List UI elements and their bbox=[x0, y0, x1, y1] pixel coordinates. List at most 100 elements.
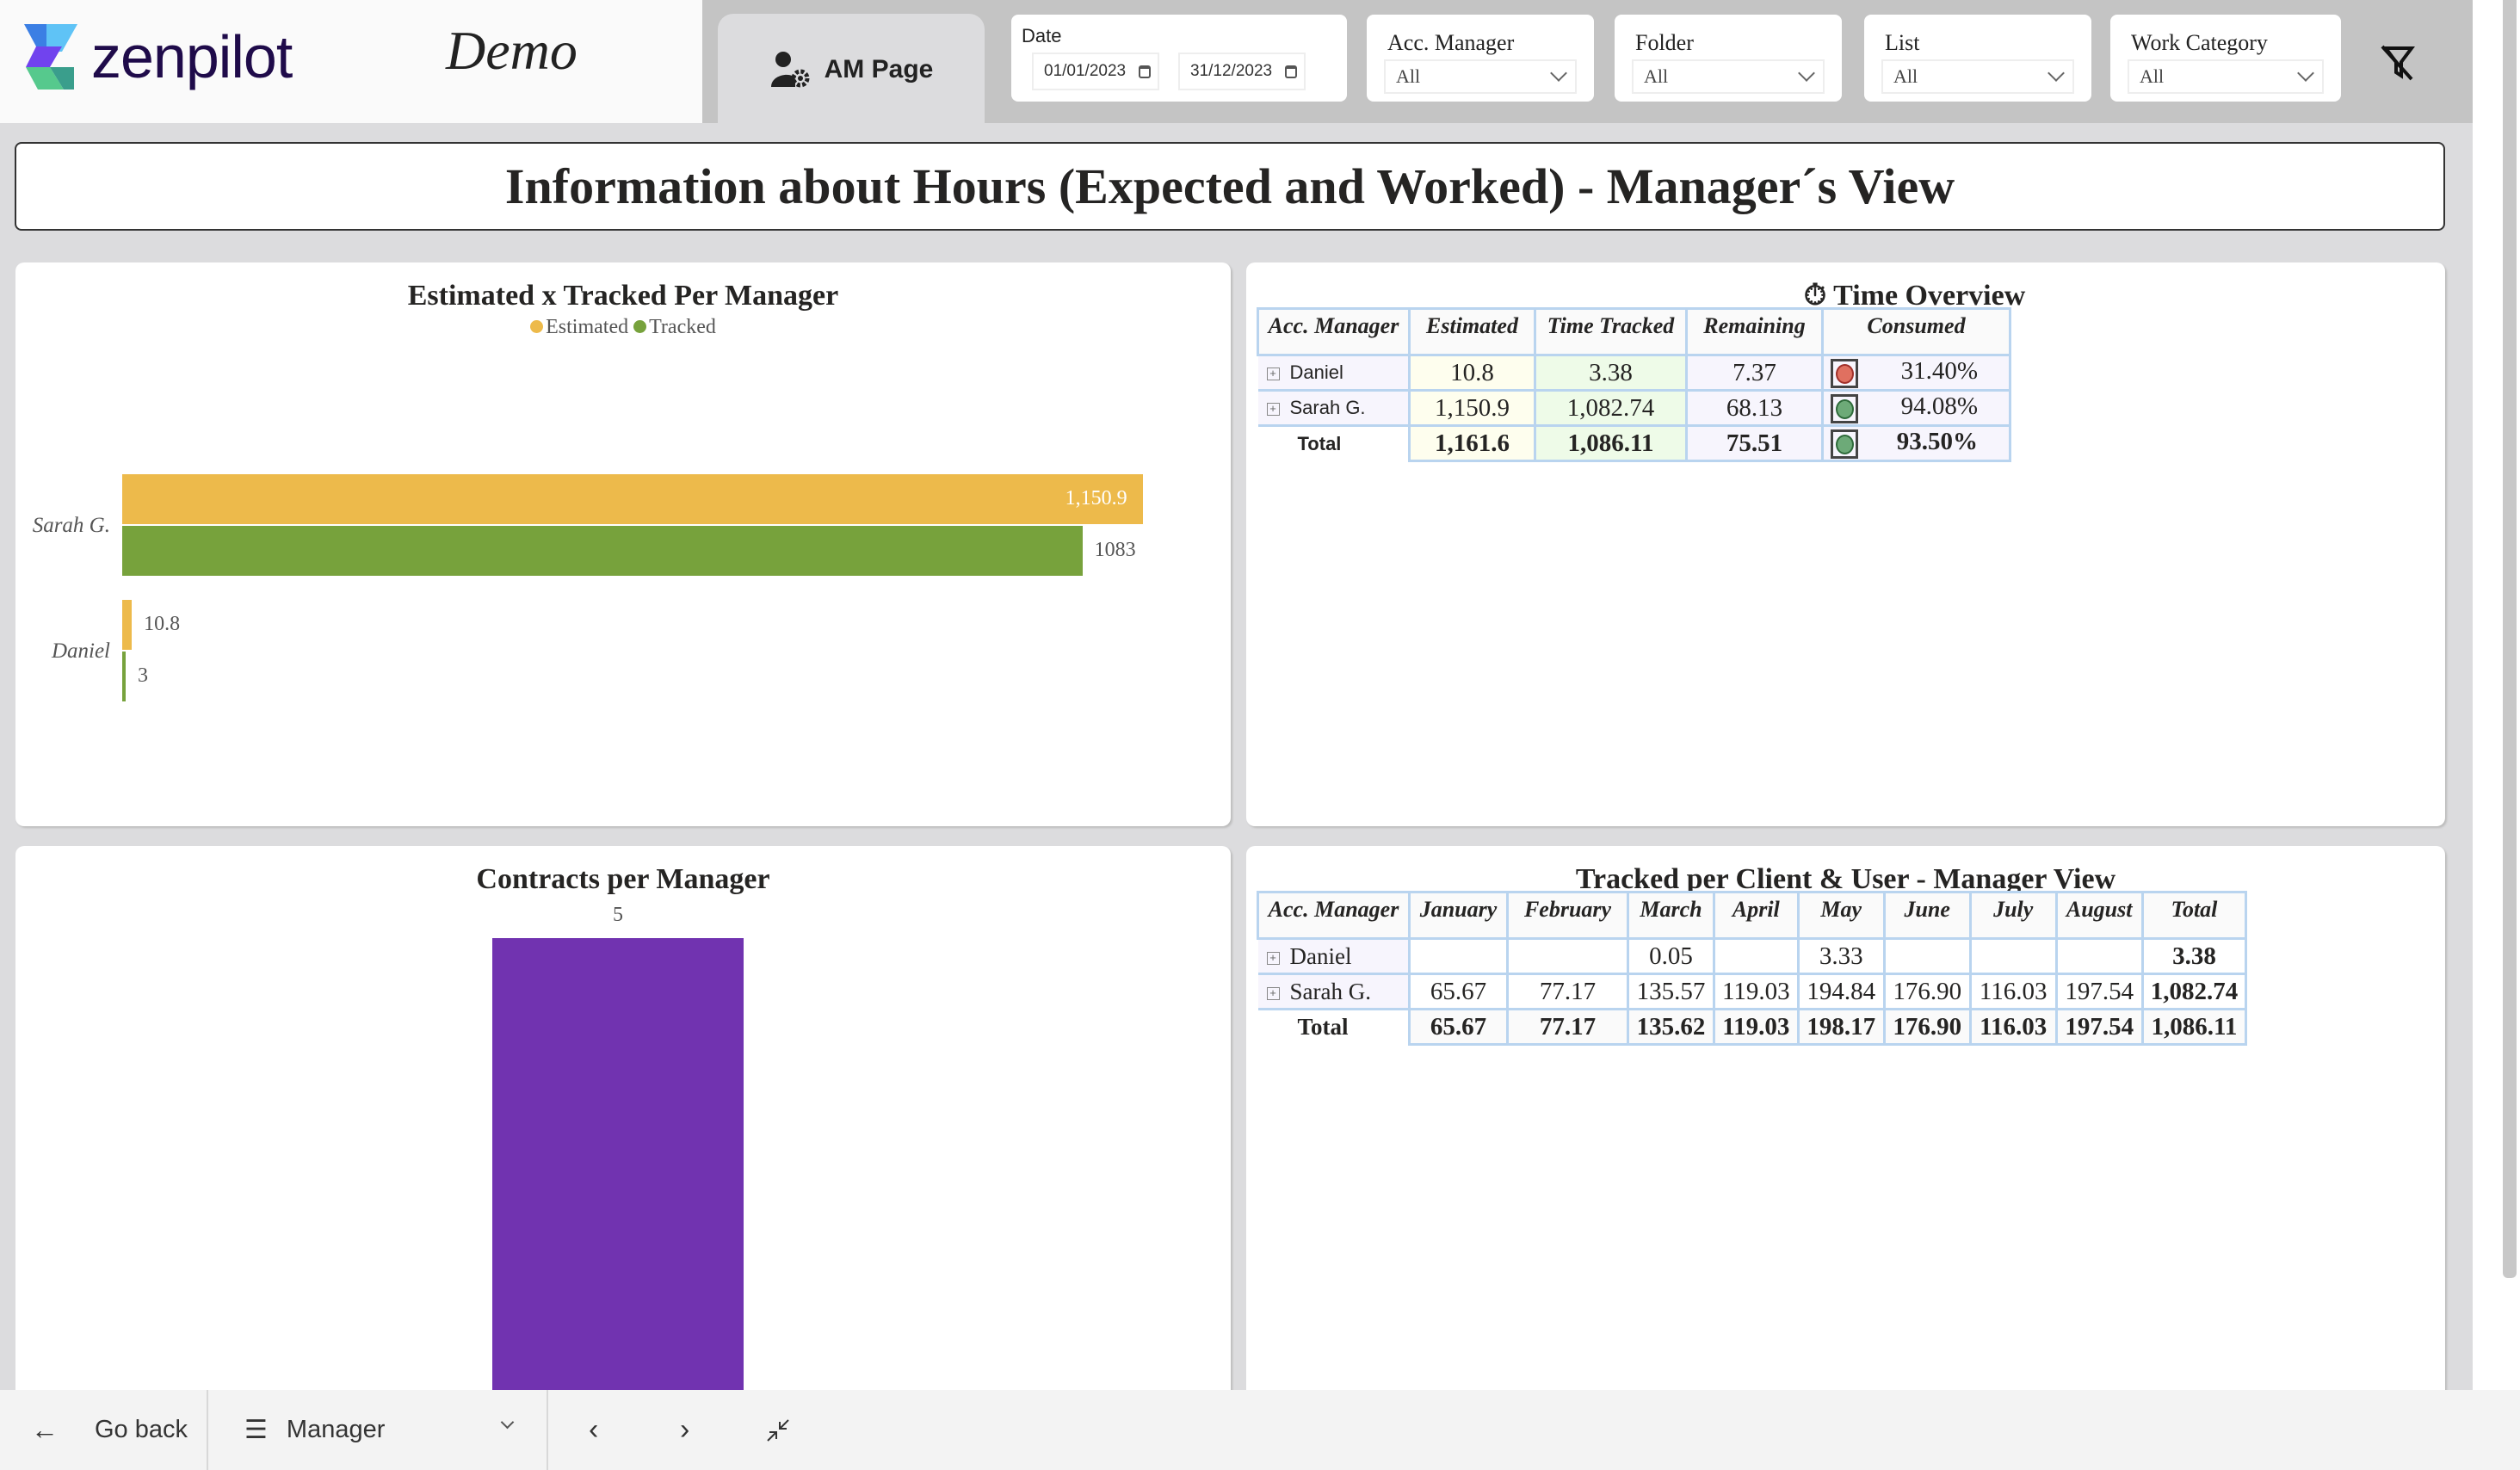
calendar-icon[interactable] bbox=[1139, 65, 1151, 78]
column-header[interactable]: February bbox=[1506, 891, 1629, 940]
remaining-cell: 75.51 bbox=[1685, 425, 1824, 462]
work-category-dropdown[interactable]: All bbox=[2128, 59, 2324, 94]
data-label: 3 bbox=[138, 664, 148, 687]
consumed-cell: 93.50% bbox=[1821, 425, 2011, 462]
estimated-cell: 10.8 bbox=[1408, 355, 1536, 392]
work-category-label: Work Category bbox=[2131, 30, 2268, 55]
row-label: Total bbox=[1297, 432, 1342, 454]
start-date-value: 01/01/2023 bbox=[1044, 62, 1127, 80]
column-header[interactable]: Total bbox=[2140, 891, 2248, 940]
acc-manager-dropdown[interactable]: All bbox=[1384, 59, 1577, 94]
table-row: + Daniel 0.05 3.33 3.38 bbox=[1257, 938, 2248, 975]
chevron-down-icon bbox=[2297, 65, 2314, 82]
vertical-scrollbar[interactable] bbox=[2503, 0, 2517, 1278]
month-cell: 135.62 bbox=[1627, 1009, 1715, 1046]
status-indicator-icon bbox=[1831, 394, 1858, 423]
legend-label: Tracked bbox=[649, 316, 716, 338]
calendar-icon[interactable] bbox=[1285, 65, 1297, 78]
legend-dot-estimated bbox=[530, 320, 544, 334]
month-cell bbox=[1713, 938, 1800, 975]
chevron-left-icon: ‹ bbox=[589, 1413, 599, 1446]
expand-icon[interactable]: + bbox=[1266, 986, 1280, 1000]
clear-filters-button[interactable] bbox=[2377, 41, 2418, 83]
month-cell: 176.90 bbox=[1882, 973, 1972, 1010]
tracked-per-client-table: Acc. Manager January February March April May… bbox=[1257, 891, 2248, 1046]
column-header[interactable]: Consumed bbox=[1821, 307, 2011, 356]
status-indicator-icon bbox=[1831, 359, 1858, 388]
user-gear-icon bbox=[770, 52, 810, 88]
expand-icon[interactable]: + bbox=[1266, 367, 1280, 380]
row-label: Sarah G. bbox=[1289, 978, 1371, 1004]
consumed-cell: 94.08% bbox=[1821, 390, 2011, 427]
estimated-cell: 1,161.6 bbox=[1408, 425, 1536, 462]
bar-tracked-sarahg[interactable] bbox=[122, 526, 1083, 576]
expand-icon[interactable]: + bbox=[1266, 951, 1280, 965]
month-cell bbox=[1408, 938, 1509, 975]
collapse-icon bbox=[767, 1418, 789, 1442]
column-header[interactable]: January bbox=[1408, 891, 1509, 940]
column-header[interactable]: April bbox=[1713, 891, 1800, 940]
column-header[interactable]: May bbox=[1796, 891, 1886, 940]
chart-legend: Estimated Tracked bbox=[15, 316, 1231, 339]
remaining-cell: 7.37 bbox=[1685, 355, 1824, 392]
previous-page-button[interactable]: ‹ bbox=[589, 1390, 598, 1470]
list-dropdown[interactable]: All bbox=[1881, 59, 2074, 94]
column-header[interactable]: August bbox=[2054, 891, 2144, 940]
row-header: + Daniel bbox=[1257, 355, 1410, 392]
end-date-input[interactable]: 31/12/2023 bbox=[1178, 52, 1306, 90]
row-header: + Sarah G. bbox=[1257, 973, 1410, 1010]
bar-estimated-daniel[interactable] bbox=[122, 600, 133, 650]
row-label: Total bbox=[1297, 1014, 1349, 1041]
legend-item-estimated[interactable]: Estimated bbox=[530, 316, 628, 338]
folder-filter: Folder All bbox=[1615, 15, 1842, 102]
estimated-vs-tracked-chart: Estimated x Tracked Per Manager Estimate… bbox=[15, 262, 1231, 826]
column-header[interactable]: Acc. Manager bbox=[1257, 307, 1411, 356]
column-header[interactable]: Remaining bbox=[1685, 307, 1824, 356]
status-indicator-icon bbox=[1831, 429, 1858, 459]
month-cell: 65.67 bbox=[1408, 973, 1509, 1010]
row-header: + Sarah G. bbox=[1257, 390, 1410, 427]
work-category-value: All bbox=[2140, 65, 2165, 87]
category-label: Sarah G. bbox=[32, 514, 110, 537]
tracked-cell: 1,082.74 bbox=[1534, 390, 1688, 427]
date-filter: Date 01/01/2023 31/12/2023 bbox=[1011, 15, 1347, 102]
start-date-input[interactable]: 01/01/2023 bbox=[1032, 52, 1159, 90]
chart-title: Estimated x Tracked Per Manager bbox=[407, 280, 839, 312]
month-cell: 119.03 bbox=[1713, 1009, 1800, 1046]
bar-contracts[interactable] bbox=[492, 938, 744, 1405]
zenpilot-logo-icon bbox=[24, 24, 77, 90]
column-header[interactable]: July bbox=[1968, 891, 2058, 940]
brand-name: zenpilot bbox=[91, 23, 293, 90]
month-cell: 198.17 bbox=[1796, 1009, 1886, 1046]
month-cell bbox=[1882, 938, 1972, 975]
column-header[interactable]: Acc. Manager bbox=[1257, 891, 1411, 940]
folder-label: Folder bbox=[1635, 30, 1694, 55]
page-selector-dropdown[interactable]: ☰ Manager bbox=[244, 1390, 520, 1470]
folder-value: All bbox=[1644, 65, 1669, 87]
bar-estimated-sarahg[interactable] bbox=[122, 474, 1143, 524]
column-header[interactable]: June bbox=[1882, 891, 1972, 940]
collapse-button[interactable] bbox=[766, 1390, 790, 1470]
divider bbox=[547, 1390, 548, 1470]
remaining-cell: 68.13 bbox=[1685, 390, 1824, 427]
row-label: Daniel bbox=[1289, 361, 1343, 383]
table-row: + Sarah G. 1,150.9 1,082.74 68.13 94.08% bbox=[1257, 390, 2011, 427]
data-label: 5 bbox=[613, 904, 623, 926]
next-page-button[interactable]: › bbox=[680, 1390, 689, 1470]
expand-icon[interactable]: + bbox=[1266, 402, 1280, 416]
legend-item-tracked[interactable]: Tracked bbox=[633, 316, 716, 338]
column-header[interactable]: March bbox=[1627, 891, 1715, 940]
go-back-button[interactable]: ← Go back bbox=[31, 1390, 188, 1470]
tab-label: AM Page bbox=[824, 55, 934, 83]
bar-tracked-daniel[interactable] bbox=[122, 652, 126, 701]
chart-title: Contracts per Manager bbox=[476, 863, 770, 895]
column-header[interactable]: Time Tracked bbox=[1534, 307, 1688, 356]
month-cell: 0.05 bbox=[1627, 938, 1715, 975]
column-header[interactable]: Estimated bbox=[1408, 307, 1536, 356]
data-label: 1,150.9 bbox=[1065, 487, 1127, 510]
bottom-navigation-bar: ← Go back ☰ Manager ‹ › bbox=[0, 1390, 2520, 1470]
total-row: Total 1,161.6 1,086.11 75.51 93.50% bbox=[1257, 425, 2011, 462]
logo: zenpilot bbox=[21, 22, 293, 91]
folder-dropdown[interactable]: All bbox=[1632, 59, 1825, 94]
tab-am-page[interactable]: AM Page bbox=[718, 14, 985, 126]
